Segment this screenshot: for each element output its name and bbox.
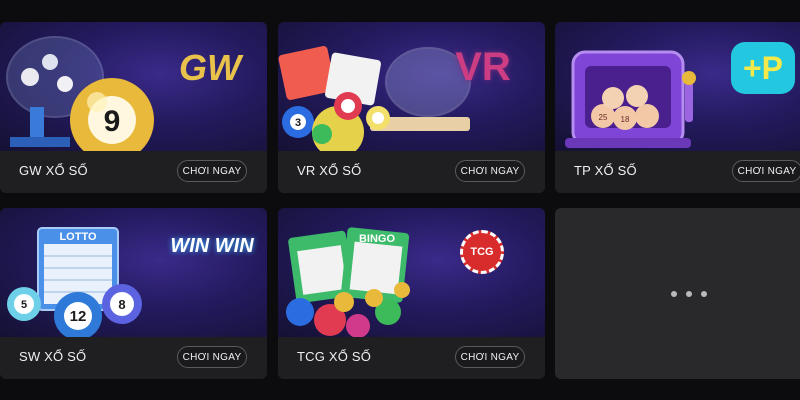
card-footer: VR XỔ SỐ CHƠI NGAY bbox=[278, 151, 545, 193]
provider-logo-vr: VR bbox=[455, 45, 511, 89]
card-footer: TP XỔ SỐ CHƠI NGAY bbox=[555, 151, 800, 193]
svg-text:12: 12 bbox=[70, 308, 87, 325]
svg-text:3: 3 bbox=[295, 117, 301, 129]
game-banner-sw[interactable]: 5 12 8 LOTTO WIN WIN bbox=[0, 208, 267, 337]
svg-text:8: 8 bbox=[118, 297, 125, 312]
lottery-game-grid: 9 GW GW XỔ SỐ CHƠI NGAY 3 VR VR XỔ SỐ CH… bbox=[0, 0, 800, 400]
game-banner-tp[interactable]: 25 18 +P bbox=[555, 22, 800, 151]
card-footer: GW XỔ SỐ CHƠI NGAY bbox=[0, 151, 267, 193]
game-title: VR XỔ SỐ bbox=[297, 163, 362, 178]
play-now-button[interactable]: CHƠI NGAY bbox=[177, 160, 247, 182]
provider-logo-winwin: WIN WIN bbox=[170, 235, 254, 257]
more-games-card[interactable] bbox=[555, 208, 800, 379]
play-now-button[interactable]: CHƠI NGAY bbox=[177, 346, 247, 368]
card-footer: TCG XỔ SỐ CHƠI NGAY bbox=[278, 337, 545, 379]
svg-text:18: 18 bbox=[621, 115, 630, 124]
game-banner-tcg[interactable]: BINGO TCG bbox=[278, 208, 545, 337]
provider-logo-tp: +P bbox=[731, 42, 795, 94]
dot bbox=[670, 290, 677, 297]
game-title: TCG XỔ SỐ bbox=[297, 349, 372, 364]
game-card-sw[interactable]: 5 12 8 LOTTO WIN WIN SW XỔ SỐ CHƠI NGAY bbox=[0, 208, 267, 379]
play-now-button[interactable]: CHƠI NGAY bbox=[455, 346, 525, 368]
game-card-tp[interactable]: 25 18 +P TP XỔ SỐ CHƠI NGAY bbox=[555, 22, 800, 193]
dot bbox=[685, 290, 692, 297]
bingo-tickets-coins-icon bbox=[286, 227, 410, 337]
game-banner-vr[interactable]: 3 VR bbox=[278, 22, 545, 151]
svg-text:5: 5 bbox=[21, 299, 27, 311]
ticket-label-lotto: LOTTO bbox=[59, 231, 97, 243]
game-card-vr[interactable]: 3 VR VR XỔ SỐ CHƠI NGAY bbox=[278, 22, 545, 193]
provider-logo-gw: GW bbox=[179, 47, 241, 88]
more-dots-icon bbox=[555, 208, 800, 379]
ticket-label-bingo: BINGO bbox=[358, 233, 396, 245]
game-banner-gw[interactable]: 9 GW bbox=[0, 22, 267, 151]
card-footer: SW XỔ SỐ CHƠI NGAY bbox=[0, 337, 267, 379]
play-now-button[interactable]: CHƠI NGAY bbox=[455, 160, 525, 182]
game-title: GW XỔ SỐ bbox=[19, 163, 88, 178]
svg-text:9: 9 bbox=[104, 105, 121, 138]
game-card-tcg[interactable]: BINGO TCG TCG XỔ SỐ CHƠI NGAY bbox=[278, 208, 545, 379]
game-card-gw[interactable]: 9 GW GW XỔ SỐ CHƠI NGAY bbox=[0, 22, 267, 193]
play-now-button[interactable]: CHƠI NGAY bbox=[732, 160, 800, 182]
game-title: SW XỔ SỐ bbox=[19, 349, 87, 364]
provider-logo-tcg: TCG bbox=[460, 230, 504, 274]
dot bbox=[700, 290, 707, 297]
svg-text:25: 25 bbox=[599, 113, 608, 122]
game-title: TP XỔ SỐ bbox=[574, 163, 637, 178]
